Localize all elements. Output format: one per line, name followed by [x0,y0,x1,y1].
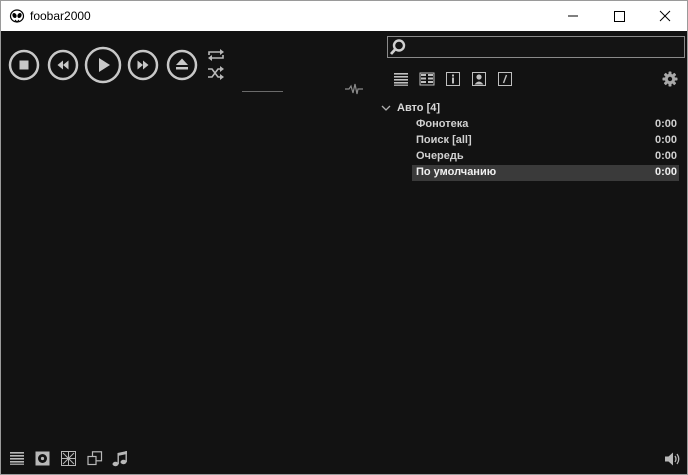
playlist-group[interactable]: Авто [4] [377,101,677,117]
stop-icon [19,60,29,70]
group-label: Авто [4] [397,102,441,114]
artist-view-button[interactable] [471,72,487,86]
minimize-button[interactable] [550,1,596,31]
playlist-name: По умолчанию [416,166,497,178]
foobar-logo-icon [9,8,25,24]
playlist-duration: 0:00 [654,150,677,162]
title-bar[interactable]: foobar2000 [1,1,687,31]
music-note-button[interactable] [112,451,128,467]
eject-button[interactable] [166,49,198,81]
volume-button[interactable] [664,451,682,467]
columns-view-button[interactable] [419,72,435,86]
foobar2000-window: foobar2000 Авто [4] Фонотека 0:00 Поиск … [0,0,688,475]
rewind-icon [57,60,69,70]
lyrics-view-button[interactable] [497,72,513,86]
person-icon [472,72,486,86]
playlist-name: Очередь [416,150,464,162]
close-icon [659,10,671,22]
chevron-down-icon[interactable] [381,103,391,113]
visualization-button[interactable] [61,451,77,467]
info-view-button[interactable] [445,72,461,86]
main-panel: Авто [4] Фонотека 0:00 Поиск [all] 0:00 … [1,31,687,474]
next-button[interactable] [127,49,159,81]
minimize-icon [568,15,578,17]
list-icon [394,73,408,86]
repeat-toggle[interactable] [207,48,225,62]
maximize-icon [614,11,625,22]
window-title: foobar2000 [30,9,91,23]
playlist-item[interactable]: Очередь 0:00 [412,149,679,165]
list-icon [10,452,24,465]
playlist-name: Поиск [all] [416,134,472,146]
close-button[interactable] [642,1,688,31]
search-field[interactable] [387,36,685,58]
maximize-button[interactable] [596,1,642,31]
columns-icon [419,72,435,86]
playlist-item-selected[interactable]: По умолчанию 0:00 [412,165,679,181]
playlist-item[interactable]: Фонотека 0:00 [412,117,679,133]
playlist-name: Фонотека [416,118,469,130]
info-icon [446,72,460,86]
music-note-icon [112,451,127,467]
mini-player-button[interactable] [87,451,103,467]
lyrics-icon [498,72,512,86]
gear-icon[interactable] [662,71,678,87]
search-icon [389,39,406,55]
shuffle-toggle[interactable] [207,66,225,80]
playlist-duration: 0:00 [654,134,677,146]
album-art-icon [35,451,50,466]
play-button[interactable] [84,46,122,84]
waveform-icon[interactable] [345,82,363,96]
playlist-duration: 0:00 [654,118,677,130]
shuffle-icon [208,68,221,78]
eject-icon [176,58,188,70]
playlist-toggle-button[interactable] [9,451,25,465]
previous-button[interactable] [47,49,79,81]
play-icon [99,58,110,72]
windows-icon [87,451,103,466]
album-art-button[interactable] [35,451,51,467]
visualization-icon [61,451,76,466]
playlist-item[interactable]: Поиск [all] 0:00 [412,133,679,149]
volume-icon [665,452,680,466]
playlist-view-button[interactable] [393,72,409,86]
playlist-duration: 0:00 [654,166,677,178]
fast-forward-icon [137,60,149,70]
seekbar[interactable] [242,91,283,92]
stop-button[interactable] [8,49,40,81]
